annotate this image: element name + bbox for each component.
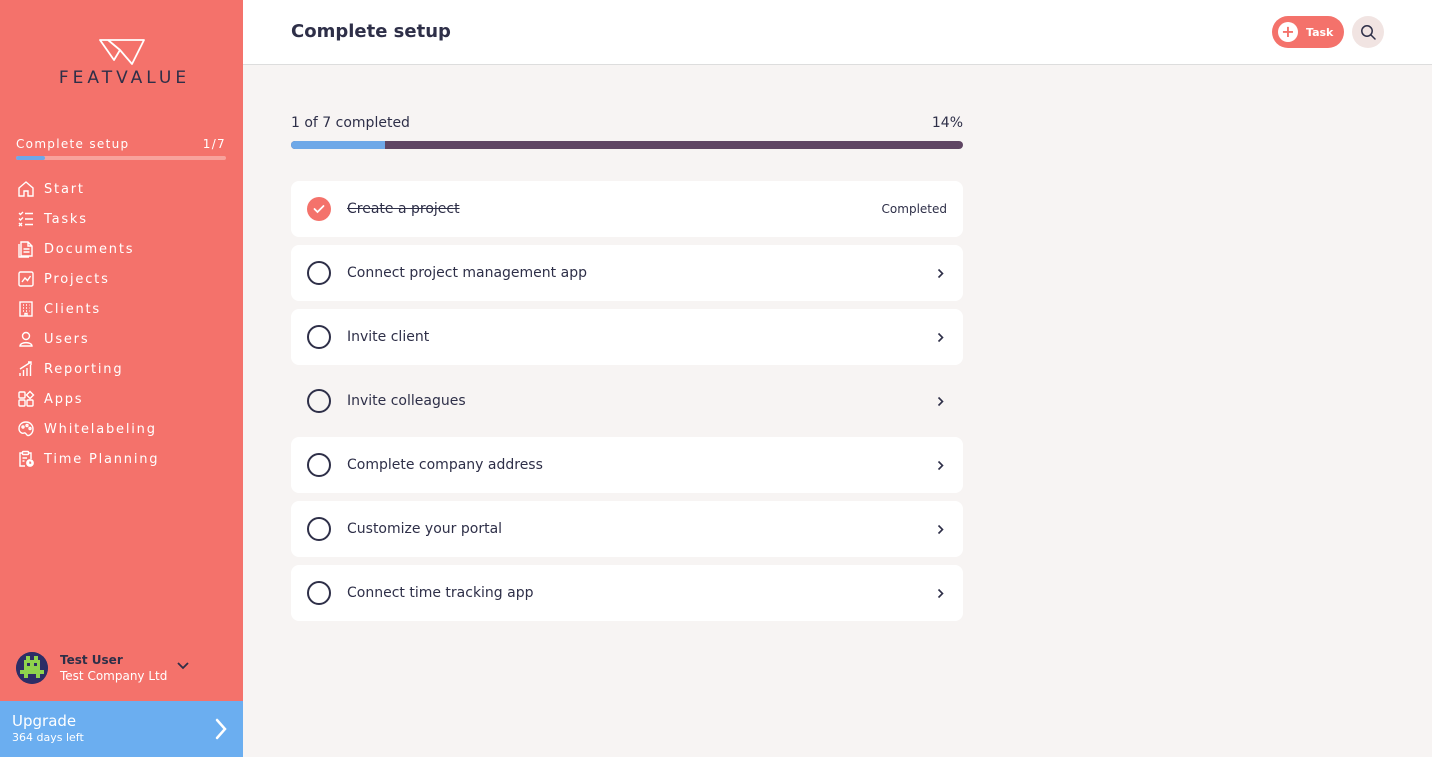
sidebar-item-users[interactable]: Users bbox=[16, 324, 231, 354]
chevron-right-icon bbox=[933, 588, 947, 599]
chevron-down-icon[interactable] bbox=[177, 655, 189, 674]
empty-circle-icon bbox=[307, 389, 331, 413]
checklist-item-invite-client[interactable]: Invite client bbox=[291, 309, 963, 365]
sidebar-item-start[interactable]: Start bbox=[16, 174, 231, 204]
setup-progress-bar bbox=[16, 156, 226, 160]
reporting-icon bbox=[16, 359, 36, 379]
search-icon bbox=[1361, 25, 1376, 40]
checklist-item-time-tracking-app[interactable]: Connect time tracking app bbox=[291, 565, 963, 621]
sidebar-item-label: Time Planning bbox=[44, 451, 160, 467]
sidebar-item-time-planning[interactable]: Time Planning bbox=[16, 444, 231, 474]
checklist-item-label: Complete company address bbox=[347, 457, 543, 473]
sidebar-nav: Start Tasks Documents Projects Clients U… bbox=[16, 174, 231, 474]
checklist-item-label: Invite client bbox=[347, 329, 430, 345]
user-menu[interactable]: Test User Test Company Ltd bbox=[16, 652, 226, 684]
empty-circle-icon bbox=[307, 581, 331, 605]
checklist-item-create-project[interactable]: Create a project Completed bbox=[291, 181, 963, 237]
checklist-item-company-address[interactable]: Complete company address bbox=[291, 437, 963, 493]
sidebar: FEATVALUE Complete setup 1/7 Start Tasks… bbox=[0, 0, 243, 757]
setup-progress-count: 1/7 bbox=[202, 137, 226, 151]
apps-icon bbox=[16, 389, 36, 409]
upgrade-banner[interactable]: Upgrade 364 days left bbox=[0, 701, 243, 757]
empty-circle-icon bbox=[307, 325, 331, 349]
chevron-right-icon bbox=[933, 268, 947, 279]
brand-logo[interactable]: FEATVALUE bbox=[0, 38, 243, 88]
checklist-item-label: Invite colleagues bbox=[347, 393, 466, 409]
setup-progress-fill bbox=[16, 156, 46, 160]
checklist-item-label: Connect project management app bbox=[347, 265, 587, 281]
progress-bar-fill bbox=[291, 141, 386, 149]
sidebar-item-label: Documents bbox=[44, 241, 135, 257]
clipboard-clock-icon bbox=[16, 449, 36, 469]
add-task-button[interactable]: + Task bbox=[1272, 16, 1344, 48]
sidebar-item-documents[interactable]: Documents bbox=[16, 234, 231, 264]
progress-percent: 14% bbox=[931, 115, 963, 131]
checklist-item-label: Connect time tracking app bbox=[347, 585, 534, 601]
sidebar-item-projects[interactable]: Projects bbox=[16, 264, 231, 294]
checkmark-icon bbox=[307, 197, 331, 221]
tasks-icon bbox=[16, 209, 36, 229]
user-info: Test User Test Company Ltd bbox=[60, 653, 167, 683]
plus-icon: + bbox=[1278, 22, 1298, 42]
checklist-item-connect-pm-app[interactable]: Connect project management app bbox=[291, 245, 963, 301]
logo-mark-icon bbox=[98, 39, 145, 65]
sidebar-item-label: Clients bbox=[44, 301, 102, 317]
documents-icon bbox=[16, 239, 36, 259]
empty-circle-icon bbox=[307, 453, 331, 477]
sidebar-item-label: Apps bbox=[44, 391, 84, 407]
sidebar-item-label: Tasks bbox=[44, 211, 88, 227]
setup-progress-header[interactable]: Complete setup 1/7 bbox=[16, 137, 226, 151]
chevron-right-icon bbox=[933, 524, 947, 535]
page-title: Complete setup bbox=[291, 21, 451, 42]
checklist-item-label: Customize your portal bbox=[347, 521, 503, 537]
projects-icon bbox=[16, 269, 36, 289]
sidebar-item-label: Projects bbox=[44, 271, 110, 287]
sidebar-item-label: Start bbox=[44, 181, 85, 197]
palette-icon bbox=[16, 419, 36, 439]
user-company: Test Company Ltd bbox=[60, 669, 168, 683]
page-header: Complete setup + Task bbox=[243, 0, 1432, 65]
chevron-right-icon bbox=[933, 332, 947, 343]
sidebar-item-apps[interactable]: Apps bbox=[16, 384, 231, 414]
brand-name: FEATVALUE bbox=[58, 68, 191, 88]
sidebar-item-label: Reporting bbox=[44, 361, 124, 377]
user-icon bbox=[16, 329, 36, 349]
checklist-item-customize-portal[interactable]: Customize your portal bbox=[291, 501, 963, 557]
setup-progress-label: Complete setup bbox=[16, 137, 130, 151]
chevron-right-icon bbox=[933, 396, 947, 407]
chevron-right-icon bbox=[933, 460, 947, 471]
empty-circle-icon bbox=[307, 517, 331, 541]
sidebar-item-label: Users bbox=[44, 331, 90, 347]
search-button[interactable] bbox=[1352, 16, 1384, 48]
sidebar-item-whitelabeling[interactable]: Whitelabeling bbox=[16, 414, 231, 444]
user-name: Test User bbox=[60, 653, 123, 667]
clients-icon bbox=[16, 299, 36, 319]
checklist-item-label: Create a project bbox=[347, 201, 460, 217]
sidebar-item-tasks[interactable]: Tasks bbox=[16, 204, 231, 234]
chevron-right-icon bbox=[215, 718, 227, 744]
progress-bar bbox=[291, 141, 963, 149]
add-task-label: Task bbox=[1306, 25, 1334, 39]
empty-circle-icon bbox=[307, 261, 331, 285]
progress-label: 1 of 7 completed bbox=[291, 115, 410, 131]
setup-checklist: Create a project Completed Connect proje… bbox=[291, 181, 963, 629]
checklist-item-invite-colleagues[interactable]: Invite colleagues bbox=[291, 373, 963, 429]
sidebar-item-reporting[interactable]: Reporting bbox=[16, 354, 231, 384]
home-icon bbox=[16, 179, 36, 199]
upgrade-title: Upgrade bbox=[12, 712, 77, 730]
sidebar-item-label: Whitelabeling bbox=[44, 421, 157, 437]
checklist-item-status: Completed bbox=[881, 202, 947, 216]
upgrade-days-left: 364 days left bbox=[12, 731, 84, 744]
avatar bbox=[16, 652, 48, 684]
sidebar-item-clients[interactable]: Clients bbox=[16, 294, 231, 324]
